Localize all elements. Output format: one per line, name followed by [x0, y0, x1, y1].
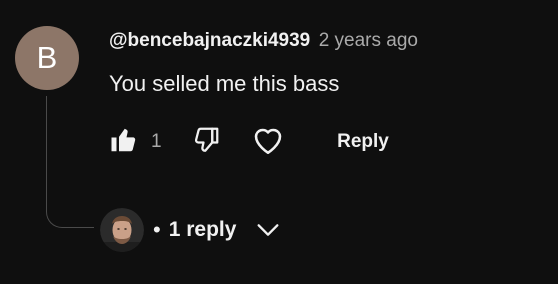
comment-header: @bencebajnaczki4939 2 years ago: [109, 29, 418, 54]
like-count: 1: [151, 131, 162, 152]
thumbs-down-icon: [191, 125, 221, 160]
reply-author-avatar: [100, 208, 144, 252]
author-name[interactable]: @bencebajnaczki4939: [109, 30, 310, 51]
replies-count-label: 1 reply: [168, 218, 237, 241]
view-replies-button[interactable]: • 1 reply: [100, 205, 282, 255]
reply-button[interactable]: Reply: [324, 122, 402, 162]
comment-thread: B @bencebajnaczki4939 2 years ago You se…: [0, 0, 558, 284]
comment-timestamp[interactable]: 2 years ago: [319, 30, 418, 51]
dislike-button[interactable]: [186, 122, 226, 162]
heart-button[interactable]: [248, 122, 288, 162]
avatar-letter: B: [36, 40, 58, 75]
avatar[interactable]: B: [15, 26, 79, 90]
heart-icon: [250, 122, 286, 163]
like-button[interactable]: [104, 122, 144, 162]
chevron-down-icon: [254, 216, 282, 244]
thumbs-up-icon: [109, 125, 139, 160]
separator-dot: •: [153, 217, 161, 242]
thread-connector-line: [46, 96, 94, 228]
comment-text: You selled me this bass: [109, 71, 340, 96]
